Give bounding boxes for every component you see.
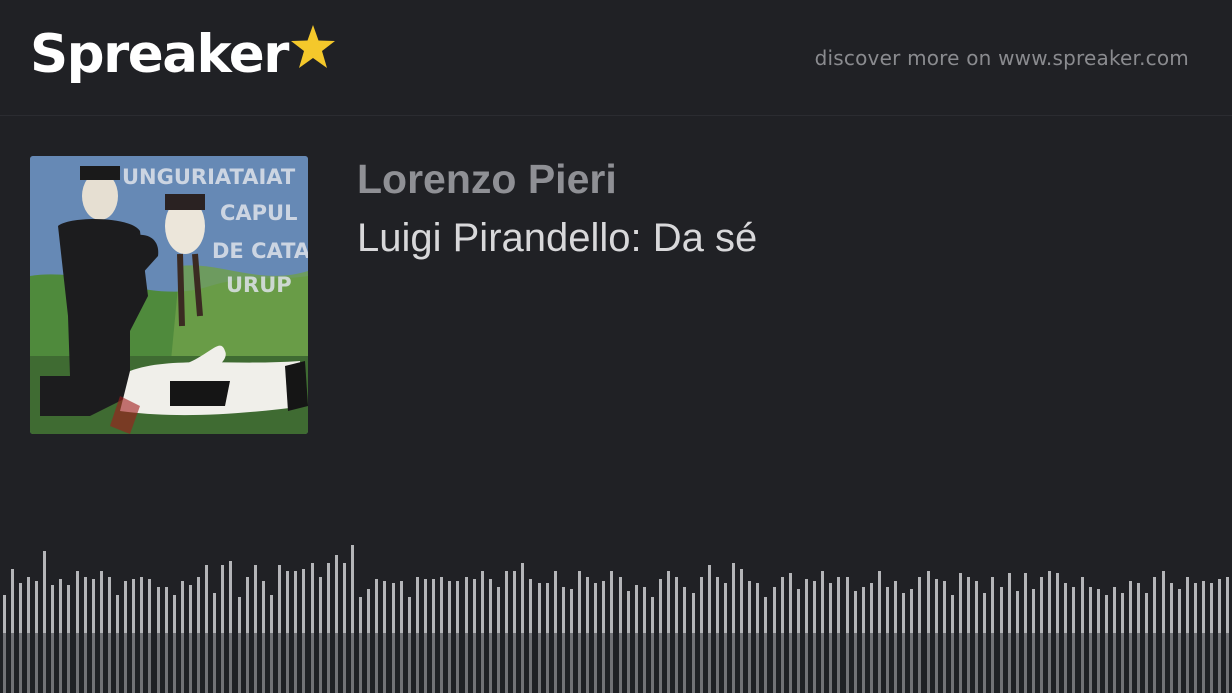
header-bar: Spreaker discover more on www.spreaker.c… <box>0 0 1232 116</box>
spreaker-logo[interactable]: Spreaker <box>30 22 336 88</box>
podcast-author[interactable]: Lorenzo Pieri <box>357 156 617 203</box>
cover-text-line-2: CAPUL <box>220 201 298 225</box>
cover-text-line-1: UNGURIATAIAT <box>122 165 296 189</box>
audio-waveform[interactable] <box>0 480 1232 693</box>
star-icon <box>290 25 335 68</box>
episode-title[interactable]: Luigi Pirandello: Da sé <box>357 216 757 261</box>
discover-link[interactable]: discover more on www.spreaker.com <box>815 46 1189 70</box>
logo-wordmark: Spreaker <box>30 24 289 85</box>
cover-text-line-3: DE CATA <box>212 239 308 263</box>
podcast-cover-art: UNGURIATAIAT CAPUL DE CATA URUP <box>30 156 308 434</box>
cover-text-line-4: URUP <box>226 273 292 297</box>
waveform-reflection-shade <box>0 633 1232 693</box>
